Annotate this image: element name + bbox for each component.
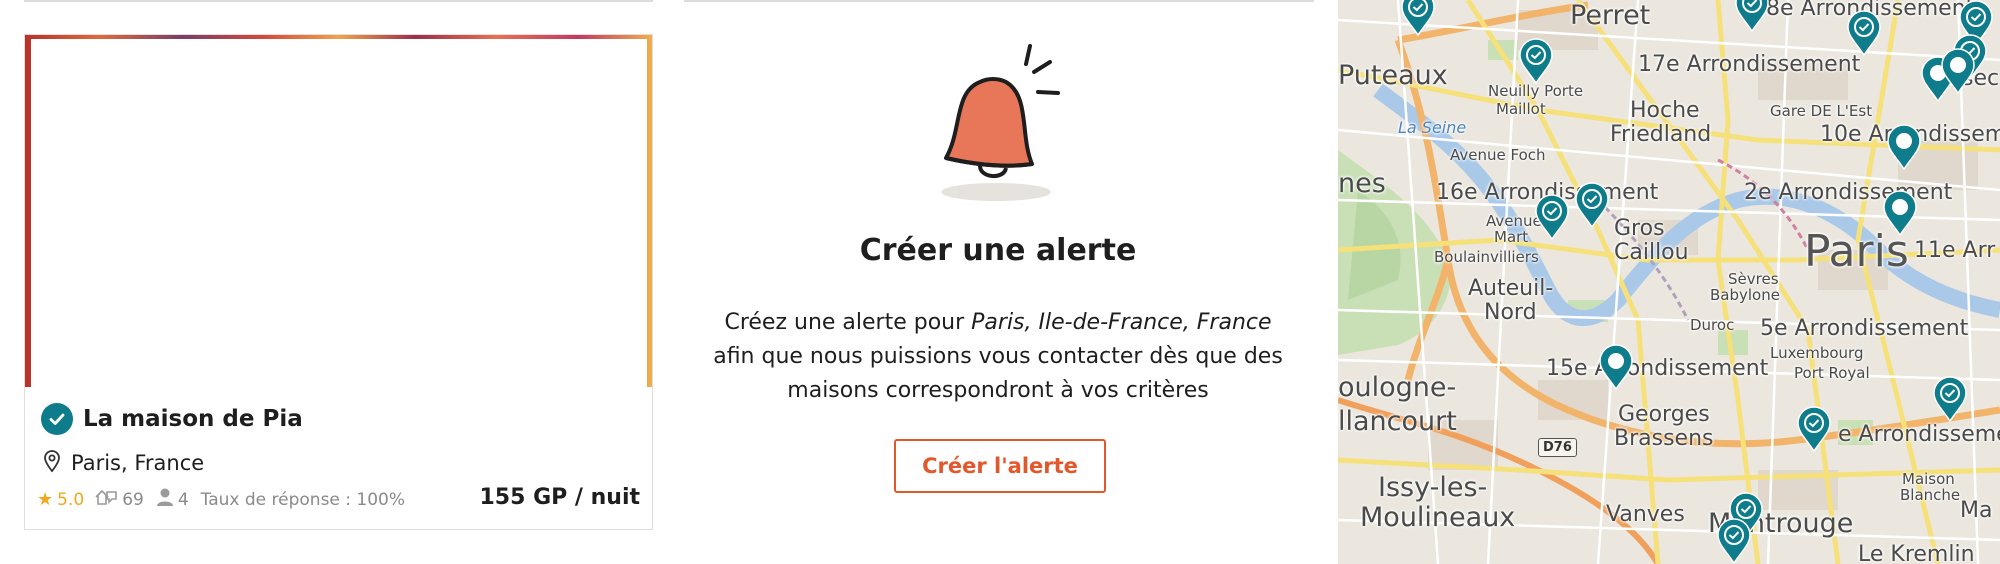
map-label: Mart <box>1494 228 1529 246</box>
map-label: e Arrondisseme <box>1838 422 2000 447</box>
listing-title-row: La maison de Pia <box>41 403 303 435</box>
map-pin[interactable] <box>1598 344 1634 390</box>
map-label: Vanves <box>1606 502 1685 527</box>
map-label: Auteuil- <box>1468 276 1554 301</box>
map-pin-verified[interactable] <box>1846 10 1882 56</box>
search-results-page: La maison de Pia Paris, France ★ 5.0 69 … <box>0 0 2000 564</box>
map-label: Issy-les- <box>1378 472 1488 503</box>
map-label: llancourt <box>1338 406 1457 437</box>
guests-icon <box>156 487 174 512</box>
map-label: Ma <box>1960 498 1993 523</box>
bell-illustration <box>941 44 1060 201</box>
response-rate: Taux de réponse : 100% <box>200 489 406 510</box>
map-label: La Seine <box>1398 118 1467 137</box>
listing-price: 155 GP / nuit <box>479 485 641 510</box>
alert-description: Créez une alerte pour Paris, Ile-de-Fran… <box>712 306 1284 408</box>
map-pin-verified[interactable] <box>1734 0 1770 32</box>
listing-title[interactable]: La maison de Pia <box>83 406 303 432</box>
listing-reviews: 69 <box>122 489 144 510</box>
reviews-icon <box>94 487 118 512</box>
listing-location: Paris, France <box>71 451 205 475</box>
map-label: Moulineaux <box>1360 502 1516 533</box>
map-pin-verified[interactable] <box>1574 182 1610 228</box>
map[interactable]: Perret 8e Arrondissement 17e Arrondissem… <box>1338 0 2000 564</box>
map-pin-verified[interactable] <box>1400 0 1436 36</box>
map-label: Neuilly Porte <box>1488 82 1584 100</box>
map-label: Puteaux <box>1338 60 1448 91</box>
map-label: 5e Arrondissement <box>1760 316 1969 341</box>
listing-photo-placeholder <box>31 39 647 387</box>
alert-text-after: afin que nous puissions vous contacter d… <box>713 344 1283 403</box>
map-pin[interactable] <box>1940 48 1976 94</box>
map-pin[interactable] <box>1882 190 1918 236</box>
map-pin-verified[interactable] <box>1534 194 1570 240</box>
map-pin-verified[interactable] <box>1796 406 1832 452</box>
map-pin[interactable] <box>1886 124 1922 170</box>
alert-text-before: Créez une alerte pour <box>724 310 972 335</box>
map-label: Le Kremlin <box>1858 542 1975 564</box>
map-pin-verified[interactable] <box>1716 518 1752 564</box>
map-label: 2e Arrondissement <box>1744 180 1953 205</box>
map-label: Hoche <box>1630 98 1700 123</box>
map-label: oulogne- <box>1338 372 1457 403</box>
listing-location-row: Paris, France <box>43 449 204 477</box>
listing-rating: 5.0 <box>57 489 85 510</box>
map-pin-verified[interactable] <box>1518 38 1554 84</box>
map-label: nes <box>1338 168 1386 199</box>
map-label: Luxembourg <box>1770 344 1864 362</box>
alert-place: Paris, Ile-de-France, France <box>971 310 1272 335</box>
map-label: Caillou <box>1614 240 1689 265</box>
location-pin-icon <box>43 449 61 477</box>
map-label: Nord <box>1484 300 1537 325</box>
map-label: Gare DE L'Est <box>1770 102 1873 120</box>
map-label: 11e Arr <box>1914 238 1996 263</box>
map-label: Duroc <box>1690 316 1735 334</box>
map-pin-verified[interactable] <box>1932 376 1968 422</box>
map-label: Gros <box>1614 216 1665 241</box>
map-label: Babylone <box>1710 286 1780 304</box>
map-label: Friedland <box>1610 122 1712 147</box>
map-label: Georges <box>1618 402 1710 427</box>
verified-check-icon <box>41 403 73 435</box>
map-label: Port Royal <box>1794 364 1870 382</box>
map-label: Maillot <box>1496 100 1546 118</box>
map-label: Brassens <box>1614 426 1714 451</box>
map-label: Avenue Foch <box>1450 146 1546 164</box>
alert-title: Créer une alerte <box>859 233 1137 268</box>
listing-guests: 4 <box>177 489 189 510</box>
create-alert-button[interactable]: Créer l'alerte <box>894 439 1106 493</box>
create-alert-panel: Créer une alerte Créez une alerte pour P… <box>682 0 1314 564</box>
map-label: 17e Arrondissement <box>1638 52 1861 77</box>
map-label: Blanche <box>1900 486 1961 504</box>
road-shield: D76 <box>1538 438 1577 457</box>
map-label: 15e Arrondissement <box>1546 356 1769 381</box>
listing-card[interactable]: La maison de Pia Paris, France ★ 5.0 69 … <box>24 34 653 530</box>
map-label: Boulainvilliers <box>1434 248 1539 266</box>
star-icon: ★ <box>37 489 54 510</box>
divider <box>24 0 653 2</box>
listing-meta: ★ 5.0 69 4 Taux de réponse : 100% <box>37 487 405 512</box>
map-label: Perret <box>1570 0 1651 31</box>
